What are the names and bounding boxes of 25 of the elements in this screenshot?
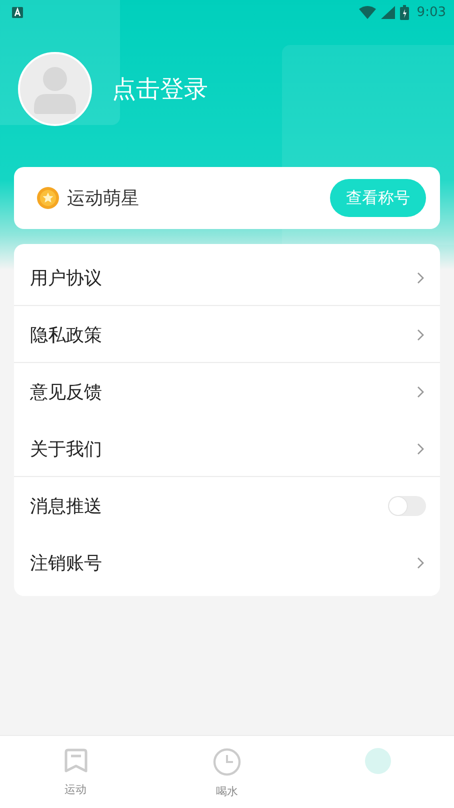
- notification-icon: [12, 6, 23, 18]
- clock-icon[interactable]: [212, 748, 241, 776]
- chevron-right-icon: [417, 386, 424, 398]
- signal-icon: [380, 6, 395, 18]
- tab-label[interactable]: 喝水: [216, 784, 238, 799]
- title-name: 运动萌星: [67, 187, 139, 210]
- tab-circle-icon[interactable]: [365, 748, 392, 774]
- tab-label[interactable]: 运动: [64, 782, 87, 797]
- menu-item[interactable]: 隐私政策: [30, 322, 102, 346]
- status-time: 9:03: [416, 4, 446, 20]
- bookmark-icon[interactable]: [62, 748, 89, 774]
- menu-item[interactable]: 关于我们: [30, 436, 102, 460]
- toggle-switch[interactable]: [388, 496, 426, 516]
- wifi-icon: [358, 6, 376, 18]
- chevron-right-icon: [417, 556, 424, 568]
- menu-item[interactable]: 意见反馈: [30, 380, 102, 404]
- menu-item[interactable]: 消息推送: [30, 494, 102, 518]
- menu-item[interactable]: 用户协议: [30, 266, 102, 290]
- chevron-right-icon: [417, 442, 424, 454]
- avatar-icon[interactable]: [18, 52, 92, 126]
- battery-icon: [400, 4, 409, 20]
- chevron-right-icon: [417, 272, 424, 284]
- star-medal-icon: [37, 187, 59, 209]
- chevron-right-icon: [417, 328, 424, 340]
- menu-item[interactable]: 注销账号: [30, 550, 102, 574]
